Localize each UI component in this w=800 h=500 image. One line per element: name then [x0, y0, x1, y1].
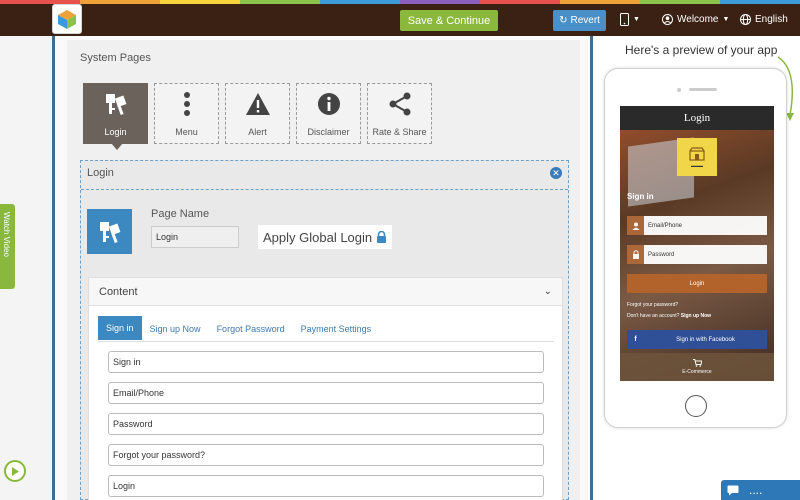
system-pages-section: System Pages Login Menu Alert Disclaimer… — [67, 40, 580, 500]
revert-button[interactable]: ↻ Revert — [553, 10, 606, 31]
phone-preview: Login ▬▬▬ Sign in Email/Phone Password L… — [604, 68, 787, 428]
lock-icon — [377, 231, 387, 243]
login-section-title: Login — [87, 167, 114, 179]
tab-sign-up-now[interactable]: Sign up Now — [142, 318, 209, 340]
login-page-editor: Login ✕ Page Name Apply Global Login — [80, 160, 569, 500]
vertical-dots-icon — [183, 91, 190, 116]
language-selector[interactable]: English — [740, 14, 788, 25]
device-dropdown[interactable]: ▼ — [620, 13, 640, 26]
email-phone-text-field[interactable] — [108, 382, 544, 404]
login-keys-icon — [99, 221, 120, 243]
tab-payment-settings[interactable]: Payment Settings — [293, 318, 380, 340]
language-label: English — [755, 14, 788, 25]
app-logo[interactable] — [52, 4, 82, 34]
chat-dots: .... — [749, 483, 763, 497]
page-name-input[interactable] — [151, 226, 239, 248]
screen-signup-line: Don't have an account? Sign up Now — [627, 313, 711, 319]
phone-speaker — [689, 88, 717, 91]
tile-alert[interactable]: Alert — [225, 83, 290, 144]
content-tabs: Sign in Sign up Now Forgot Password Paym… — [98, 316, 379, 340]
tile-label: Disclaimer — [307, 126, 350, 137]
revert-label: Revert — [570, 15, 600, 26]
system-pages-title: System Pages — [80, 52, 151, 64]
save-continue-button[interactable]: Save & Continue — [400, 10, 498, 31]
login-text-field[interactable] — [108, 475, 544, 497]
user-icon — [662, 14, 673, 25]
screen-email-field: Email/Phone — [627, 216, 767, 235]
screen-signin-heading: Sign in — [627, 192, 654, 201]
divider — [81, 189, 568, 190]
phone-screen: Login ▬▬▬ Sign in Email/Phone Password L… — [620, 106, 774, 381]
app-store-logo: ▬▬▬ — [677, 138, 717, 176]
apply-global-login-label: Apply Global Login — [263, 229, 373, 245]
screen-password-field: Password — [627, 245, 767, 264]
caret-down-icon: ▼ — [633, 16, 640, 23]
cart-icon — [692, 359, 702, 367]
forgot-password-text-field[interactable] — [108, 444, 544, 466]
tab-sign-in[interactable]: Sign in — [98, 316, 142, 340]
screen-facebook-button: f Sign in with Facebook — [627, 330, 767, 349]
tile-menu[interactable]: Menu — [154, 83, 219, 144]
tile-label: Menu — [175, 126, 198, 137]
page-name-label: Page Name — [151, 208, 210, 220]
editor-panel: System Pages Login Menu Alert Disclaimer… — [52, 36, 593, 500]
apply-global-login-button[interactable]: Apply Global Login — [258, 225, 393, 249]
globe-icon — [740, 14, 751, 25]
screen-facebook-label: Sign in with Facebook — [676, 336, 735, 343]
share-icon — [389, 92, 410, 115]
welcome-label: Welcome — [677, 14, 719, 25]
content-title: Content — [99, 285, 138, 298]
content-card: Content ⌄ Sign in Sign up Now Forgot Pas… — [88, 277, 563, 500]
screen-email-placeholder: Email/Phone — [648, 222, 683, 229]
lock-icon — [627, 245, 644, 264]
watch-video-label: Watch Video — [2, 212, 11, 257]
play-button[interactable] — [4, 460, 26, 482]
screen-login-button: Login — [627, 274, 767, 293]
password-text-field[interactable] — [108, 413, 544, 435]
watch-video-tab[interactable]: Watch Video — [0, 204, 15, 289]
tile-label: Login — [104, 126, 127, 137]
tab-forgot-password[interactable]: Forgot Password — [209, 318, 293, 340]
phone-camera — [677, 88, 681, 92]
preview-title: Here's a preview of your app — [625, 43, 778, 57]
content-header[interactable]: Content ⌄ — [89, 278, 562, 306]
user-icon — [627, 216, 644, 235]
play-icon — [12, 466, 19, 476]
tab-divider — [98, 341, 554, 342]
tile-disclaimer[interactable]: Disclaimer — [296, 83, 361, 144]
screen-signup-link: Sign up Now — [680, 313, 712, 319]
info-icon — [317, 92, 340, 115]
tile-label: Alert — [248, 126, 267, 137]
sign-in-text-field[interactable] — [108, 351, 544, 373]
tile-rate-share[interactable]: Rate & Share — [367, 83, 432, 144]
chevron-down-icon[interactable]: ⌄ — [544, 286, 552, 297]
screen-forgot-link: Forgot your password? — [627, 302, 679, 308]
content-fields — [108, 351, 544, 497]
store-icon — [689, 146, 705, 161]
page-tiles: Login Menu Alert Disclaimer Rate & Share — [83, 83, 432, 150]
phone-icon — [620, 13, 629, 26]
tile-label: Rate & Share — [372, 126, 427, 137]
welcome-dropdown[interactable]: Welcome ▼ — [662, 14, 729, 25]
tile-login[interactable]: Login — [83, 83, 148, 150]
screen-no-account: Don't have an account? — [627, 313, 680, 319]
store-logo-caption: ▬▬▬ — [691, 162, 703, 168]
screen-bottom-label: E-Commerce — [682, 369, 712, 375]
warning-icon — [245, 92, 270, 115]
top-bar: Save & Continue ↻ Revert ▼ Welcome ▼ Eng… — [0, 4, 800, 36]
caret-down-icon: ▼ — [722, 16, 730, 23]
logo-cube-icon — [58, 10, 76, 29]
facebook-icon: f — [634, 336, 637, 343]
chat-bubble-icon — [727, 485, 739, 495]
chat-widget[interactable]: .... — [721, 480, 800, 500]
screen-title: Login — [620, 106, 774, 130]
phone-home-button — [685, 395, 707, 417]
close-icon[interactable]: ✕ — [550, 167, 562, 179]
screen-password-placeholder: Password — [648, 251, 675, 258]
page-icon[interactable] — [87, 209, 132, 254]
revert-icon: ↻ — [559, 15, 568, 26]
screen-bottom-nav: E-Commerce — [620, 353, 774, 381]
login-keys-icon — [105, 93, 126, 115]
